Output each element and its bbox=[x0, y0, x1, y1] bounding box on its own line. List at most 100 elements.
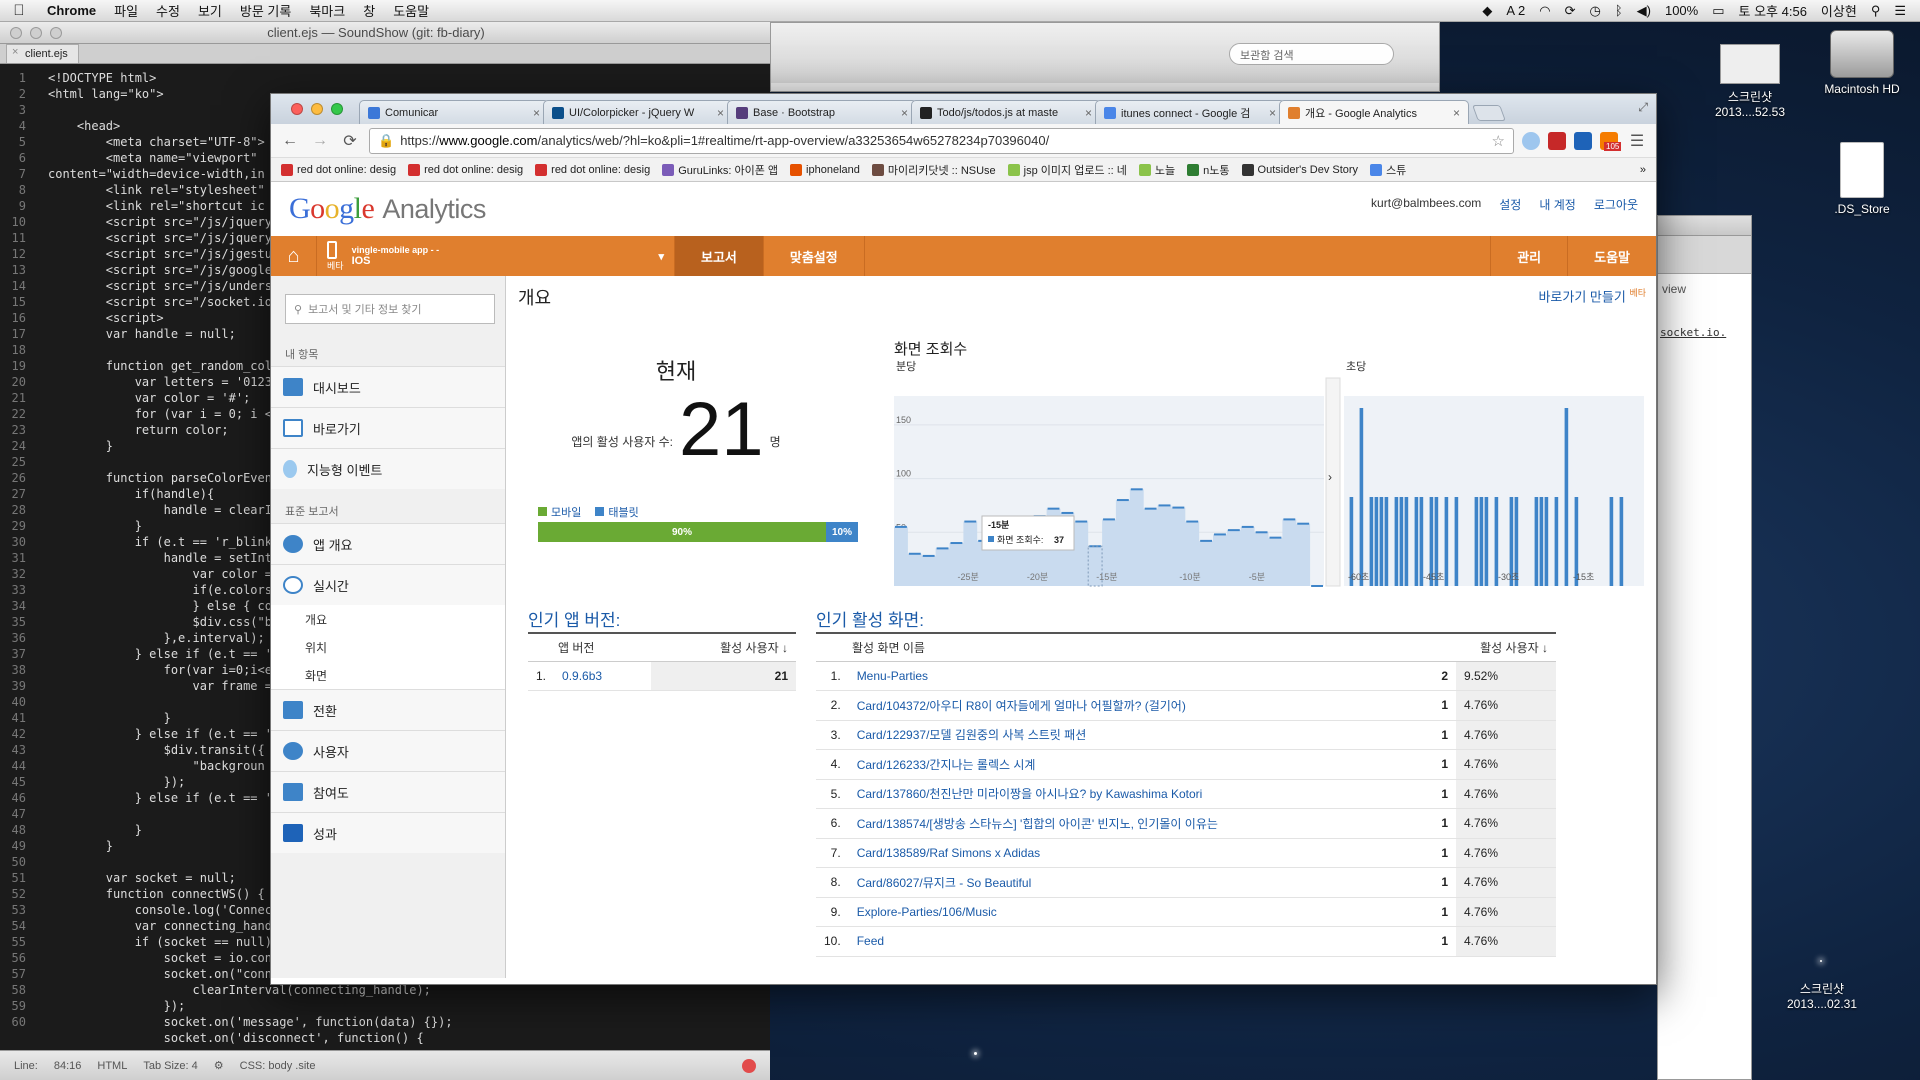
code-line[interactable]: <!DOCTYPE html> bbox=[48, 70, 770, 86]
sidebar-item-shortcuts[interactable]: 바로가기 bbox=[271, 407, 505, 448]
extension-rss-icon[interactable]: 105 bbox=[1600, 131, 1622, 151]
sidebar-item-users[interactable]: 사용자 bbox=[271, 730, 505, 771]
menu-edit[interactable]: 수정 bbox=[147, 1, 189, 20]
table-row[interactable]: 8. Card/86027/뮤지크 - So Beautiful 1 4.76% bbox=[816, 867, 1556, 898]
row-screen-link[interactable]: Card/137860/천진난만 미라이짱을 아시나요? by Kawashim… bbox=[848, 779, 1434, 809]
tab-customization[interactable]: 맞춤설정 bbox=[764, 236, 865, 276]
col-active-users[interactable]: 활성 사용자 ↓ bbox=[650, 632, 796, 662]
col-active-users[interactable]: 활성 사용자 ↓ bbox=[1433, 632, 1556, 662]
browser-tab[interactable]: 개요 - Google Analytics × bbox=[1279, 100, 1469, 124]
sidebar-item-engagement[interactable]: 참여도 bbox=[271, 771, 505, 812]
wifi-icon[interactable]: ◠ bbox=[1539, 3, 1550, 19]
row-screen-link[interactable]: Card/104372/아우디 R8이 여자들에게 얼마나 어필할까? (걸기어… bbox=[848, 690, 1434, 721]
bookmark-item[interactable]: 스튜 bbox=[1370, 162, 1406, 178]
apple-icon[interactable]:  bbox=[0, 2, 38, 19]
tab-help[interactable]: 도움말 bbox=[1567, 236, 1656, 276]
close-tab-icon[interactable]: × bbox=[1453, 106, 1460, 120]
sidebar-item-conversions[interactable]: 전환 bbox=[271, 689, 505, 730]
browser-tab[interactable]: Comunicar × bbox=[359, 100, 549, 124]
browser-tab[interactable]: UI/Colorpicker - jQuery W × bbox=[543, 100, 733, 124]
bookmark-item[interactable]: GuruLinks: 아이폰 앱 bbox=[662, 162, 778, 178]
account-selector[interactable]: 베타 vingle-mobile app - - IOS ▾ bbox=[317, 236, 675, 276]
sidebar-item-dashboard[interactable]: 대시보드 bbox=[271, 366, 505, 407]
table-row[interactable]: 2. Card/104372/아우디 R8이 여자들에게 얼마나 어필할까? (걸… bbox=[816, 690, 1556, 721]
table-row[interactable]: 1. Menu-Parties 2 9.52% bbox=[816, 661, 1556, 691]
legend-mobile[interactable]: 모바일 bbox=[538, 504, 581, 520]
bookmark-item[interactable]: 마이리키닷넷 :: NSUse bbox=[871, 162, 996, 178]
table-row[interactable]: 7. Card/138589/Raf Simons x Adidas 1 4.76% bbox=[816, 838, 1556, 868]
tab-admin[interactable]: 관리 bbox=[1490, 236, 1567, 276]
menu-bookmarks[interactable]: 북마크 bbox=[300, 1, 354, 20]
code-line[interactable]: socket.on('message', function(data) {}); bbox=[48, 1014, 770, 1030]
sidebar-item-app-overview[interactable]: 앱 개요 bbox=[271, 523, 505, 564]
desktop-icon-ds-store[interactable]: .DS_Store bbox=[1812, 142, 1912, 216]
table-row[interactable]: 1. 0.9.6b3 21 bbox=[528, 661, 796, 691]
code-line[interactable]: socket.on('disconnect', function() { bbox=[48, 1030, 770, 1046]
gear-icon[interactable]: ⚙ bbox=[214, 1059, 224, 1072]
close-tab-icon[interactable]: × bbox=[1085, 106, 1092, 120]
report-search-input[interactable]: ⚲ 보고서 및 기타 정보 찾기 bbox=[285, 294, 495, 324]
language-select[interactable]: HTML bbox=[97, 1060, 127, 1072]
bookmark-item[interactable]: 노늘 bbox=[1138, 162, 1175, 178]
sidebar-item-intelligence[interactable]: 지능형 이벤트 bbox=[271, 448, 505, 489]
row-screen-link[interactable]: Card/126233/간지나는 롤렉스 시계 bbox=[848, 749, 1434, 780]
row-screen-link[interactable]: Card/138574/[생방송 스타뉴스] '힙합의 아이콘' 빈지노, 인기… bbox=[848, 808, 1434, 839]
reload-button[interactable]: ⟳ bbox=[339, 131, 361, 151]
minimize-button[interactable] bbox=[30, 26, 42, 39]
row-screen-link[interactable]: Card/86027/뮤지크 - So Beautiful bbox=[848, 867, 1434, 898]
editor-tab[interactable]: client.ejs bbox=[6, 44, 79, 63]
google-analytics-logo[interactable]: Google Analytics bbox=[289, 192, 486, 226]
table-row[interactable]: 9. Explore-Parties/106/Music 1 4.76% bbox=[816, 897, 1556, 927]
create-shortcut-link[interactable]: 바로가기 만들기 베타 bbox=[1538, 286, 1646, 305]
new-tab-button[interactable] bbox=[1472, 105, 1506, 121]
spotlight-icon[interactable]: ⚲ bbox=[1871, 3, 1881, 19]
fullscreen-icon[interactable]: ⤢ bbox=[1638, 100, 1648, 115]
row-screen-link[interactable]: Menu-Parties bbox=[848, 661, 1434, 691]
browser-tab[interactable]: Todo/js/todos.js at maste × bbox=[911, 100, 1101, 124]
row-version-link[interactable]: 0.9.6b3 bbox=[554, 661, 651, 691]
row-screen-link[interactable]: Card/122937/모델 김원중의 사복 스트릿 패션 bbox=[848, 720, 1434, 750]
extension-moon-icon[interactable] bbox=[1522, 131, 1540, 150]
table-row[interactable]: 5. Card/137860/천진난만 미라이짱을 아시나요? by Kawash… bbox=[816, 779, 1556, 809]
bookmark-item[interactable]: n노통 bbox=[1187, 162, 1230, 178]
bookmark-item[interactable]: red dot online: desig bbox=[408, 163, 523, 176]
battery-status[interactable]: 100% bbox=[1665, 3, 1698, 18]
close-tab-icon[interactable]: × bbox=[901, 106, 908, 120]
sidebar-item-realtime[interactable]: 실시간 bbox=[271, 564, 505, 605]
bookmark-item[interactable]: red dot online: desig bbox=[281, 163, 396, 176]
sidebar-sub-screens[interactable]: 화면 bbox=[271, 661, 505, 689]
sidebar-item-outcomes[interactable]: 성과 bbox=[271, 812, 505, 853]
close-button[interactable] bbox=[10, 26, 22, 39]
menu-app[interactable]: Chrome bbox=[38, 3, 105, 18]
browser-tab[interactable]: itunes connect - Google 검 × bbox=[1095, 100, 1285, 124]
dropbox-icon[interactable]: ◆ bbox=[1482, 3, 1492, 19]
table-row[interactable]: 10. Feed 1 4.76% bbox=[816, 926, 1556, 957]
legend-tablet[interactable]: 태블릿 bbox=[595, 504, 639, 520]
bookmark-item[interactable]: Outsider's Dev Story bbox=[1241, 163, 1358, 176]
row-screen-link[interactable]: Explore-Parties/106/Music bbox=[848, 897, 1434, 927]
desktop-icon-screenshot-2[interactable]: 스크린샷 2013....02.31 bbox=[1772, 980, 1872, 1011]
menu-window[interactable]: 창 bbox=[354, 1, 384, 20]
clock[interactable]: 토 오후 4:56 bbox=[1739, 1, 1807, 20]
settings-link[interactable]: 설정 bbox=[1499, 196, 1521, 213]
code-line[interactable]: }); bbox=[48, 998, 770, 1014]
row-screen-link[interactable]: Feed bbox=[848, 926, 1434, 957]
bookmark-item[interactable]: red dot online: desig bbox=[535, 163, 650, 176]
chrome-menu-icon[interactable]: ☰ bbox=[1626, 131, 1648, 151]
close-tab-icon[interactable]: × bbox=[1269, 106, 1276, 120]
time-machine-icon[interactable]: ◷ bbox=[1589, 3, 1600, 19]
notification-icon[interactable]: ☰ bbox=[1894, 3, 1906, 19]
sidebar-sub-overview[interactable]: 개요 bbox=[271, 605, 505, 633]
browser-tab[interactable]: Base · Bootstrap × bbox=[727, 100, 917, 124]
back-button[interactable]: ← bbox=[279, 132, 301, 150]
record-icon[interactable] bbox=[742, 1058, 756, 1073]
close-tab-icon[interactable]: × bbox=[717, 106, 724, 120]
logout-link[interactable]: 로그아웃 bbox=[1594, 196, 1638, 213]
menu-help[interactable]: 도움말 bbox=[384, 1, 438, 20]
forward-button[interactable]: → bbox=[309, 132, 331, 150]
table-row[interactable]: 4. Card/126233/간지나는 롤렉스 시계 1 4.76% bbox=[816, 749, 1556, 780]
zoom-button[interactable] bbox=[50, 26, 62, 39]
bookmark-item[interactable]: iphoneland bbox=[790, 163, 860, 176]
user-name[interactable]: 이상현 bbox=[1821, 1, 1857, 20]
sync-icon[interactable]: ⟳ bbox=[1565, 3, 1576, 19]
